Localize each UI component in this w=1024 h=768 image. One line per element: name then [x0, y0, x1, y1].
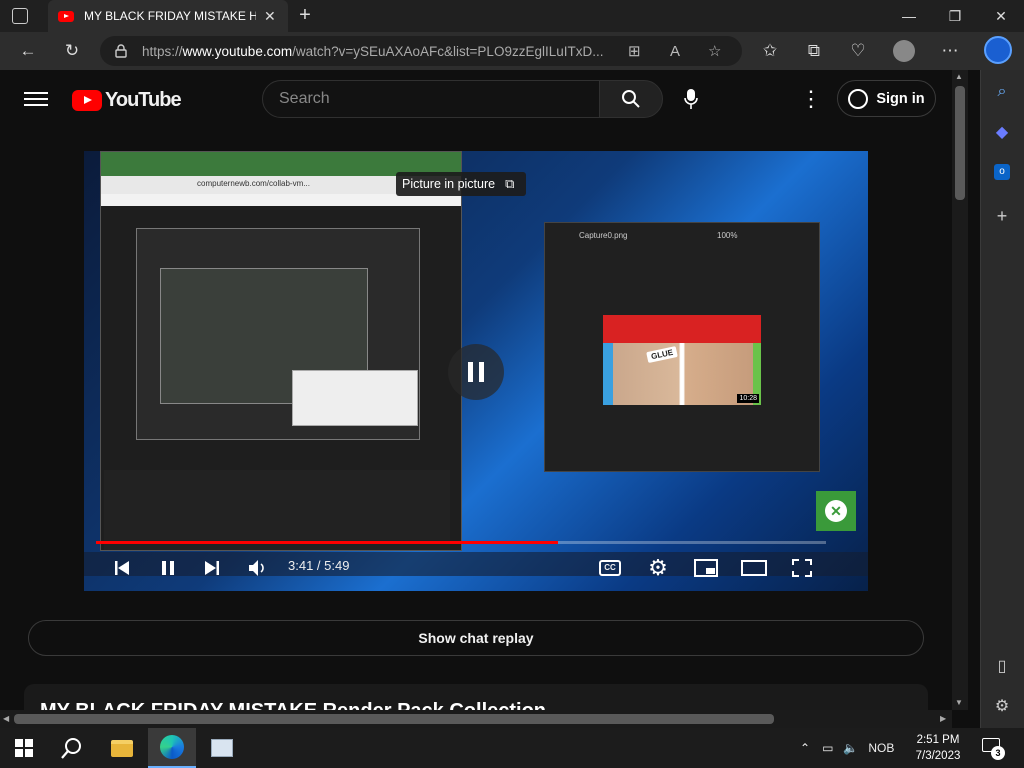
edge-icon — [160, 735, 184, 759]
voice-search-button[interactable] — [676, 80, 706, 118]
tab-title: MY BLACK FRIDAY MISTAKE Has — [84, 9, 256, 23]
notification-count-badge: 3 — [991, 746, 1005, 760]
sidebar-search-icon[interactable]: ⌕ — [980, 76, 1024, 108]
pip-icon: ⧉ — [505, 176, 515, 191]
search-button[interactable] — [599, 80, 663, 118]
search-input[interactable]: Search — [262, 80, 600, 118]
theater-mode-icon — [741, 560, 767, 576]
collections-icon[interactable]: ⧉ — [796, 32, 832, 70]
favorites-icon[interactable]: ✩ — [752, 32, 788, 70]
refresh-button[interactable]: ↻ — [54, 32, 90, 70]
system-tray: ⌃ ▭ 🔈 NOB — [800, 728, 894, 768]
previous-icon — [115, 561, 129, 575]
browser-tab-active[interactable]: MY BLACK FRIDAY MISTAKE Has ✕ — [48, 0, 288, 32]
youtube-favicon-icon — [58, 10, 74, 22]
close-window-button[interactable]: ✕ — [978, 0, 1024, 32]
miniplayer-icon — [694, 559, 718, 577]
pip-tooltip: Picture in picture ⧉ — [396, 172, 526, 196]
taskbar-search-icon — [61, 738, 81, 759]
pause-button[interactable] — [154, 556, 182, 580]
video-frame-thumbnail-image: GLUE 10:28 — [603, 315, 761, 405]
network-icon[interactable]: ▭ — [822, 741, 833, 755]
browser-essentials-icon[interactable]: ♡ — [840, 32, 876, 70]
video-frame-dialog — [292, 370, 418, 426]
profile-avatar[interactable] — [893, 40, 915, 62]
center-pause-icon[interactable] — [448, 344, 504, 400]
bing-copilot-icon[interactable] — [984, 36, 1012, 64]
vertical-scroll-thumb[interactable] — [955, 86, 965, 200]
notification-center-button[interactable]: 3 — [980, 736, 1005, 760]
folder-icon — [111, 739, 133, 757]
back-button[interactable]: ← — [10, 32, 46, 70]
taskbar-edge[interactable] — [148, 728, 196, 768]
pause-icon — [162, 561, 174, 575]
volume-icon — [249, 560, 264, 576]
next-button[interactable] — [198, 556, 226, 580]
settings-gear-icon[interactable]: ⚙ — [644, 555, 672, 580]
settings-more-icon[interactable]: ⋯ — [932, 32, 968, 70]
time-display: 3:41 / 5:49 — [288, 558, 350, 573]
video-frame-xbox-icon: ✕ — [816, 491, 856, 531]
sidebar-shopping-icon[interactable]: ◆ — [980, 116, 1024, 148]
taskbar-app[interactable] — [198, 728, 246, 768]
address-bar[interactable]: https://www.youtube.com/watch?v=ySEuAXAo… — [100, 36, 742, 66]
read-aloud-icon[interactable]: A — [670, 36, 680, 66]
windows-logo-icon — [15, 739, 33, 757]
language-indicator[interactable]: NOB — [868, 741, 894, 755]
app-available-icon[interactable]: ⊞ — [628, 36, 641, 66]
taskbar-clock[interactable]: 2:51 PM 7/3/2023 — [908, 732, 968, 764]
tab-actions-icon[interactable] — [12, 8, 28, 24]
taskbar-search-button[interactable] — [48, 728, 96, 768]
scroll-up-arrow-icon[interactable]: ▲ — [955, 72, 963, 81]
sidebar-outlook-icon[interactable]: o — [980, 156, 1024, 188]
sidebar-hide-icon[interactable]: ▯ — [980, 650, 1024, 682]
fullscreen-button[interactable] — [788, 556, 816, 580]
start-button[interactable] — [0, 728, 48, 768]
miniplayer-button[interactable] — [692, 556, 720, 580]
close-tab-icon[interactable]: ✕ — [264, 8, 276, 25]
horizontal-scroll-thumb[interactable] — [14, 714, 774, 724]
volume-muted-icon[interactable]: 🔈 — [843, 741, 858, 755]
tray-overflow-icon[interactable]: ⌃ — [800, 741, 810, 755]
sidebar-add-icon[interactable]: + — [980, 200, 1024, 232]
scroll-right-arrow-icon[interactable]: ▶ — [940, 714, 946, 723]
youtube-play-icon — [72, 89, 102, 111]
youtube-logo[interactable]: YouTube — [72, 88, 182, 112]
video-frame-chat — [104, 470, 450, 550]
sign-in-button[interactable]: Sign in — [837, 80, 936, 117]
fullscreen-icon — [792, 559, 812, 577]
url-text: https://www.youtube.com/watch?v=ySEuAXAo… — [142, 43, 604, 59]
account-icon — [848, 88, 869, 109]
scroll-left-arrow-icon[interactable]: ◀ — [3, 714, 9, 723]
previous-button[interactable] — [108, 556, 136, 580]
show-chat-replay-button[interactable]: Show chat replay — [28, 620, 924, 656]
lock-icon — [115, 44, 127, 58]
captions-icon: CC — [599, 560, 621, 576]
new-tab-button[interactable]: + — [294, 4, 316, 28]
menu-hamburger-icon[interactable] — [24, 88, 48, 110]
restore-button[interactable]: ❐ — [932, 0, 978, 32]
app-window-icon — [211, 739, 233, 757]
search-icon — [622, 90, 640, 108]
theater-mode-button[interactable] — [740, 556, 768, 580]
scroll-down-arrow-icon[interactable]: ▼ — [955, 698, 963, 707]
minimize-button[interactable]: — — [886, 0, 932, 32]
sidebar-settings-icon[interactable]: ⚙ — [980, 690, 1024, 722]
microphone-icon — [684, 89, 698, 109]
taskbar-file-explorer[interactable] — [98, 728, 146, 768]
favorite-star-icon[interactable]: ☆ — [708, 36, 721, 66]
volume-button[interactable] — [244, 556, 272, 580]
progress-bar-played — [96, 541, 559, 544]
more-options-icon[interactable]: ⋮ — [800, 86, 822, 112]
captions-button[interactable]: CC — [596, 556, 624, 580]
next-icon — [205, 561, 219, 575]
